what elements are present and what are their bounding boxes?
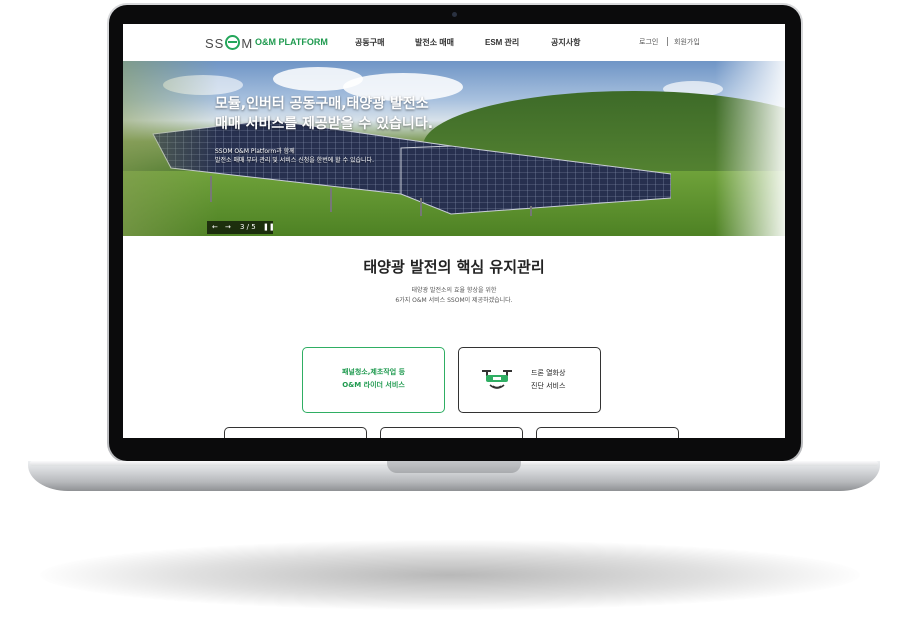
service-card-partial[interactable] — [380, 427, 523, 438]
service-card-partial[interactable] — [536, 427, 679, 438]
card-line2: 진단 서비스 — [531, 382, 566, 390]
laptop-opening-notch — [387, 461, 521, 473]
nav-item-notice[interactable]: 공지사항 — [551, 37, 580, 48]
webcam — [452, 12, 457, 17]
nav-item-group-purchase[interactable]: 공동구매 — [355, 37, 384, 48]
hero-title-line2: 매매 서비스를 제공받을 수 있습니다. — [215, 116, 434, 132]
card-line1: 패널청소,제초작업 등 — [341, 368, 406, 376]
slide-controls: ← → 3 / 5 ❚❚ — [207, 221, 275, 234]
logo[interactable]: SS M — [205, 35, 253, 51]
login-link[interactable]: 로그인 — [639, 37, 658, 47]
top-navigation: SS M O&M PLATFORM 공동구매 발전소 매매 ESM 관리 공지사항… — [123, 24, 785, 61]
service-card-drone[interactable]: 드론 열화상 진단 서비스 — [458, 347, 601, 413]
hero-title: 모듈,인버터 공동구매,태양광 발전소 매매 서비스를 제공받을 수 있습니다. — [215, 94, 433, 134]
hero-title-line1: 모듈,인버터 공동구매,태양광 발전소 — [215, 96, 429, 112]
hero-left-fade — [123, 61, 218, 236]
hero-right-fade — [715, 61, 785, 236]
card-line1: 드론 열화상 — [531, 369, 566, 377]
signup-link[interactable]: 회원가입 — [674, 37, 700, 47]
section-desc-line1: 태양광 발전소의 효율 향상을 위한 — [411, 287, 497, 294]
service-card-label: 패널청소,제초작업 등 O&M 라이더 서비스 — [303, 366, 444, 392]
laptop-screen: SS M O&M PLATFORM 공동구매 발전소 매매 ESM 관리 공지사항… — [123, 24, 785, 438]
service-card-om-rider[interactable]: 패널청소,제초작업 등 O&M 라이더 서비스 — [302, 347, 445, 413]
logo-text-right: M — [241, 36, 254, 51]
card-line2: O&M 라이더 서비스 — [342, 381, 405, 389]
pause-icon[interactable]: ❚❚ — [263, 221, 275, 234]
arrow-right-icon[interactable]: → — [225, 221, 231, 234]
hero-sub-line2: 발전소 매매 부터 관리 및 서비스 신청을 한번에 할 수 있습니다. — [215, 157, 374, 164]
hero-sub-line1: SSOM O&M Platform과 함께 — [215, 148, 295, 155]
service-card-label: 드론 열화상 진단 서비스 — [531, 367, 565, 393]
hero-banner: 모듈,인버터 공동구매,태양광 발전소 매매 서비스를 제공받을 수 있습니다.… — [123, 61, 785, 236]
service-card-partial[interactable] — [224, 427, 367, 438]
section-desc-line2: 6가지 O&M 서비스 SSOM이 제공하겠습니다. — [395, 297, 513, 304]
logo-o-icon — [225, 35, 241, 50]
hero-subtitle: SSOM O&M Platform과 함께 발전소 매매 부터 관리 및 서비스… — [215, 147, 374, 165]
slide-indicator: 3 / 5 — [240, 223, 256, 231]
drone-icon — [482, 370, 512, 389]
arrow-left-icon[interactable]: ← — [212, 221, 218, 234]
section-description: 태양광 발전소의 효율 향상을 위한 6가지 O&M 서비스 SSOM이 제공하… — [123, 286, 785, 306]
laptop-shadow — [40, 540, 860, 610]
platform-name: O&M PLATFORM — [255, 37, 328, 47]
logo-text-left: SS — [205, 36, 225, 51]
nav-item-esm[interactable]: ESM 관리 — [485, 37, 519, 48]
nav-item-plant-trade[interactable]: 발전소 매매 — [415, 37, 454, 48]
section-title: 태양광 발전의 핵심 유지관리 — [363, 258, 545, 276]
nav-divider — [667, 37, 668, 46]
